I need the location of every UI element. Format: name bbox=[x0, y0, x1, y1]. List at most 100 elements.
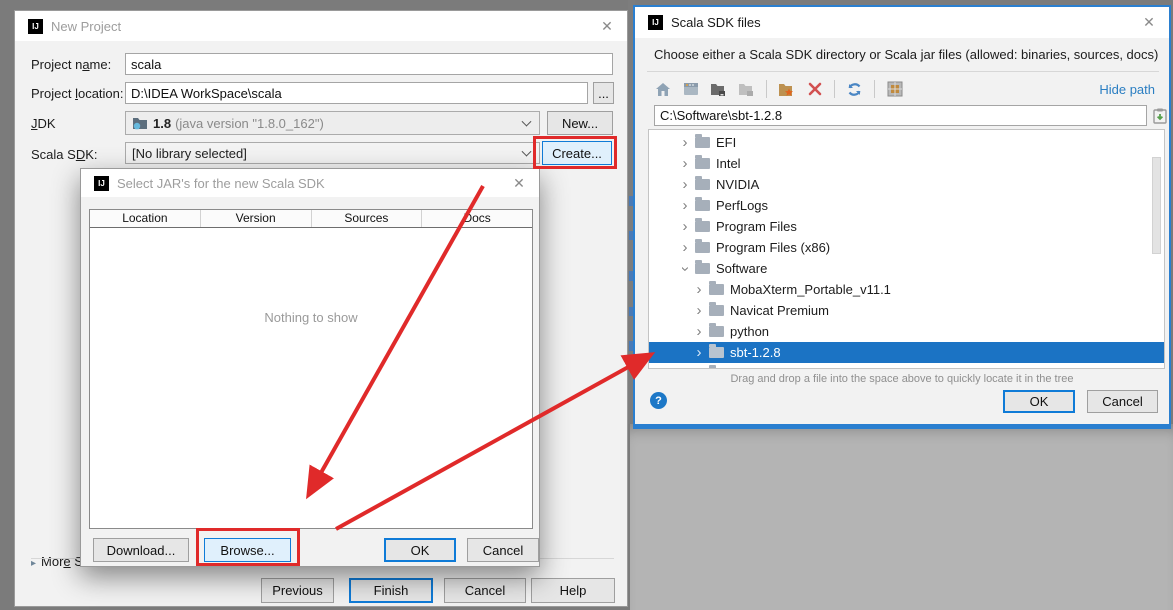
select-jars-titlebar[interactable]: IJ Select JAR's for the new Scala SDK ✕ bbox=[81, 169, 539, 197]
show-hidden-files-icon[interactable] bbox=[886, 81, 903, 98]
scala-sdk-files-dialog: IJ Scala SDK files ✕ Choose either a Sca… bbox=[633, 5, 1171, 429]
jdk-new-button[interactable]: New... bbox=[547, 111, 613, 135]
tree-item-label: MobaXterm_Portable_v11.1 bbox=[730, 282, 891, 297]
chevron-right-icon[interactable]: › bbox=[679, 200, 691, 212]
scala-sdk-create-button[interactable]: Create... bbox=[542, 141, 612, 165]
cancel-button[interactable]: Cancel bbox=[467, 538, 539, 562]
chevron-right-icon[interactable]: › bbox=[693, 305, 705, 317]
tree-item-python[interactable]: › python bbox=[649, 321, 1164, 342]
chevron-right-icon[interactable]: › bbox=[679, 221, 691, 233]
tree-scrollbar[interactable] bbox=[1152, 157, 1161, 254]
column-header-location[interactable]: Location bbox=[90, 210, 201, 227]
sdk-files-titlebar[interactable]: IJ Scala SDK files ✕ bbox=[635, 7, 1169, 38]
tree-item-mobaxterm[interactable]: › MobaXterm_Portable_v11.1 bbox=[649, 279, 1164, 300]
paste-path-icon[interactable] bbox=[1151, 107, 1168, 124]
close-icon[interactable]: ✕ bbox=[511, 175, 527, 191]
folder-icon bbox=[709, 284, 724, 295]
help-icon[interactable]: ? bbox=[650, 392, 667, 409]
tree-item-program-files-x86[interactable]: › Program Files (x86) bbox=[649, 237, 1164, 258]
folder-icon bbox=[695, 263, 710, 274]
dialog-title: Scala SDK files bbox=[671, 15, 761, 30]
tree-item-label: sbt-1.2.8 bbox=[730, 345, 781, 360]
finish-button[interactable]: Finish bbox=[349, 578, 433, 603]
folder-icon bbox=[695, 200, 710, 211]
tree-item-label: EFI bbox=[716, 135, 736, 150]
chevron-right-icon[interactable]: › bbox=[679, 158, 691, 170]
chevron-right-icon[interactable]: › bbox=[679, 242, 691, 254]
chevron-down-icon bbox=[522, 147, 532, 157]
chevron-expanded-icon[interactable]: › bbox=[679, 263, 691, 275]
project-location-input[interactable]: D:\IDEA WorkSpace\scala bbox=[125, 82, 588, 104]
browse-button[interactable]: Browse... bbox=[204, 538, 291, 562]
refresh-icon[interactable] bbox=[846, 81, 863, 98]
delete-icon[interactable] bbox=[806, 81, 823, 98]
home-directory-icon[interactable] bbox=[654, 81, 671, 98]
column-header-sources[interactable]: Sources bbox=[312, 210, 423, 227]
expand-folder-icon[interactable] bbox=[738, 81, 755, 98]
jar-table: Location Version Sources Docs Nothing to… bbox=[89, 209, 533, 529]
dialog-title: Select JAR's for the new Scala SDK bbox=[117, 176, 325, 191]
new-project-titlebar[interactable]: IJ New Project ✕ bbox=[15, 11, 627, 41]
dialog-description: Choose either a Scala SDK directory or S… bbox=[654, 47, 1159, 62]
scala-sdk-select[interactable]: [No library selected] bbox=[125, 142, 540, 164]
folder-icon bbox=[695, 137, 710, 148]
empty-table-message: Nothing to show bbox=[90, 310, 532, 325]
project-name-input[interactable]: scala bbox=[125, 53, 613, 75]
collapse-folder-icon[interactable] bbox=[710, 81, 727, 98]
cancel-button[interactable]: Cancel bbox=[1087, 390, 1158, 413]
location-browse-button[interactable]: ... bbox=[593, 82, 614, 104]
folder-icon bbox=[695, 242, 710, 253]
chevron-right-icon[interactable]: › bbox=[693, 368, 705, 370]
toolbar-separator bbox=[766, 80, 767, 98]
scala-sdk-value: [No library selected] bbox=[132, 146, 247, 161]
background-lower-right bbox=[630, 424, 1173, 610]
tree-item-efi[interactable]: › EFI bbox=[649, 132, 1164, 153]
jdk-select[interactable]: 1.8 (java version "1.8.0_162") bbox=[125, 111, 540, 135]
folder-icon bbox=[695, 158, 710, 169]
cancel-button[interactable]: Cancel bbox=[444, 578, 526, 603]
tree-item-perflogs[interactable]: › PerfLogs bbox=[649, 195, 1164, 216]
chevron-right-icon[interactable]: › bbox=[679, 179, 691, 191]
chevron-right-icon[interactable]: › bbox=[693, 326, 705, 338]
file-tree: › EFI › Intel › NVIDIA › PerfLogs › Prog… bbox=[648, 129, 1165, 369]
description-separator bbox=[647, 71, 1159, 72]
tree-item-partial[interactable]: › bbox=[649, 363, 1164, 369]
tree-item-program-files[interactable]: › Program Files bbox=[649, 216, 1164, 237]
toolbar-separator bbox=[874, 80, 875, 98]
chevron-right-icon[interactable]: › bbox=[693, 284, 705, 296]
tree-item-nvidia[interactable]: › NVIDIA bbox=[649, 174, 1164, 195]
new-folder-icon[interactable] bbox=[778, 81, 795, 98]
drag-drop-hint: Drag and drop a file into the space abov… bbox=[635, 373, 1169, 385]
column-header-docs[interactable]: Docs bbox=[422, 210, 532, 227]
download-button[interactable]: Download... bbox=[93, 538, 189, 562]
more-settings-toggle[interactable]: ▸More S bbox=[31, 554, 83, 569]
project-location-label: Project location: bbox=[31, 86, 124, 101]
tree-item-software[interactable]: › Software bbox=[649, 258, 1164, 279]
folder-icon bbox=[695, 221, 710, 232]
select-jars-dialog: IJ Select JAR's for the new Scala SDK ✕ … bbox=[80, 168, 540, 567]
previous-button[interactable]: Previous bbox=[261, 578, 334, 603]
path-input[interactable]: C:\Software\sbt-1.2.8 bbox=[654, 105, 1147, 126]
tree-item-intel[interactable]: › Intel bbox=[649, 153, 1164, 174]
close-icon[interactable]: ✕ bbox=[599, 18, 615, 34]
chevron-right-icon[interactable]: › bbox=[679, 137, 691, 149]
tree-item-navicat-premium[interactable]: › Navicat Premium bbox=[649, 300, 1164, 321]
dialog-title: New Project bbox=[51, 19, 121, 34]
chevron-down-icon bbox=[522, 117, 532, 127]
desktop-directory-icon[interactable] bbox=[682, 81, 699, 98]
chevron-right-icon[interactable]: › bbox=[693, 347, 705, 359]
ok-button[interactable]: OK bbox=[1003, 390, 1075, 413]
hide-path-link[interactable]: Hide path bbox=[1099, 82, 1155, 97]
tree-item-label: Program Files (x86) bbox=[716, 240, 830, 255]
close-icon[interactable]: ✕ bbox=[1141, 14, 1157, 30]
tree-item-label: Software bbox=[716, 261, 767, 276]
tree-item-label: NVIDIA bbox=[716, 177, 759, 192]
help-button[interactable]: Help bbox=[531, 578, 615, 603]
tree-item-label: PerfLogs bbox=[716, 198, 768, 213]
tree-item-sbt-1-2-8[interactable]: › sbt-1.2.8 bbox=[649, 342, 1164, 363]
ok-button[interactable]: OK bbox=[384, 538, 456, 562]
tree-item-label: Intel bbox=[716, 156, 741, 171]
folder-icon bbox=[709, 305, 724, 316]
column-header-version[interactable]: Version bbox=[201, 210, 312, 227]
jdk-label: JDK bbox=[31, 116, 56, 131]
